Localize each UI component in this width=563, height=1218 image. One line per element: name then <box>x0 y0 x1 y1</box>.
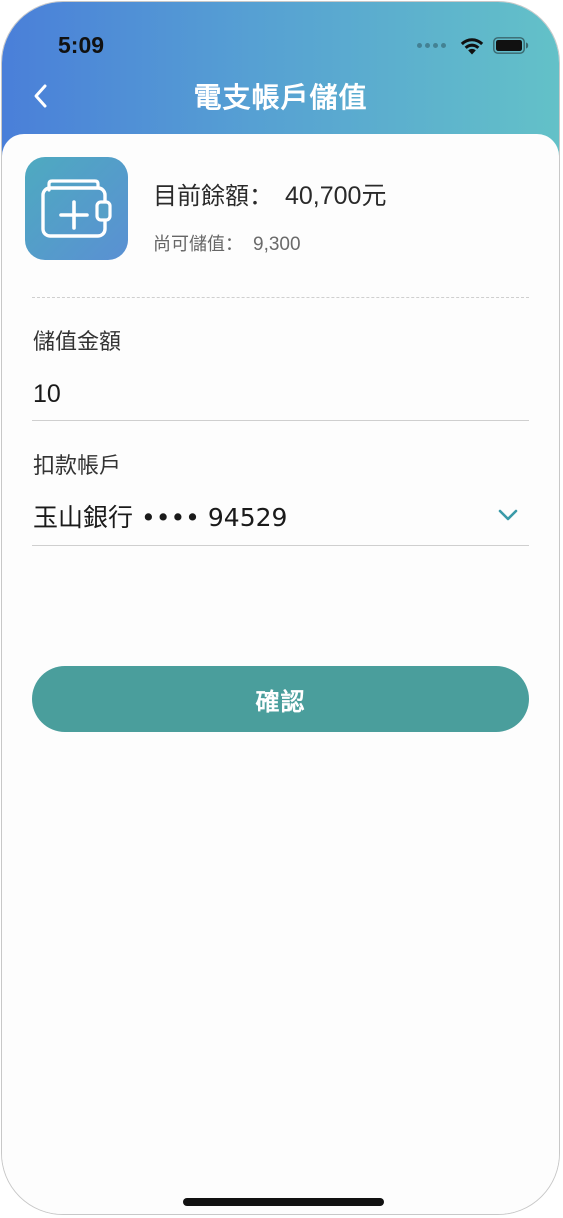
cellular-signal-icon <box>417 43 449 48</box>
confirm-button[interactable]: 確認 <box>32 666 529 732</box>
amount-input[interactable] <box>32 370 529 418</box>
wallet-add-icon <box>25 157 128 260</box>
available-value: 9,300 <box>253 234 301 255</box>
balance-value: 40,700元 <box>285 182 387 210</box>
account-underline <box>32 545 529 546</box>
chevron-down-icon <box>498 509 518 521</box>
content-card: 目前餘額： 40,700元 尚可儲值： 9,300 儲值金額 扣款帳戶 玉山銀行… <box>2 134 559 1214</box>
account-select[interactable]: 玉山銀行 •••• 94529 <box>32 490 529 542</box>
amount-underline <box>32 420 529 421</box>
summary-divider <box>32 297 529 298</box>
account-label: 扣款帳戶 <box>33 454 122 479</box>
battery-icon <box>493 37 529 54</box>
home-indicator <box>183 1198 384 1206</box>
balance-label: 目前餘額： <box>153 182 273 210</box>
status-icons <box>417 36 529 55</box>
available-label: 尚可儲值： <box>153 234 243 255</box>
status-bar: 5:09 <box>2 2 559 72</box>
phone-frame: 5:09 電支帳戶儲值 目前餘額： 40,700元 尚可儲值： 9,300 儲值… <box>1 1 560 1215</box>
available-row: 尚可儲值： 9,300 <box>153 230 301 256</box>
account-value: 玉山銀行 •••• 94529 <box>33 503 288 532</box>
amount-label: 儲值金額 <box>33 330 122 355</box>
wifi-icon <box>460 38 484 55</box>
status-time: 5:09 <box>58 32 105 58</box>
balance-row: 目前餘額： 40,700元 <box>153 176 386 212</box>
page-title: 電支帳戶儲值 <box>193 81 368 114</box>
